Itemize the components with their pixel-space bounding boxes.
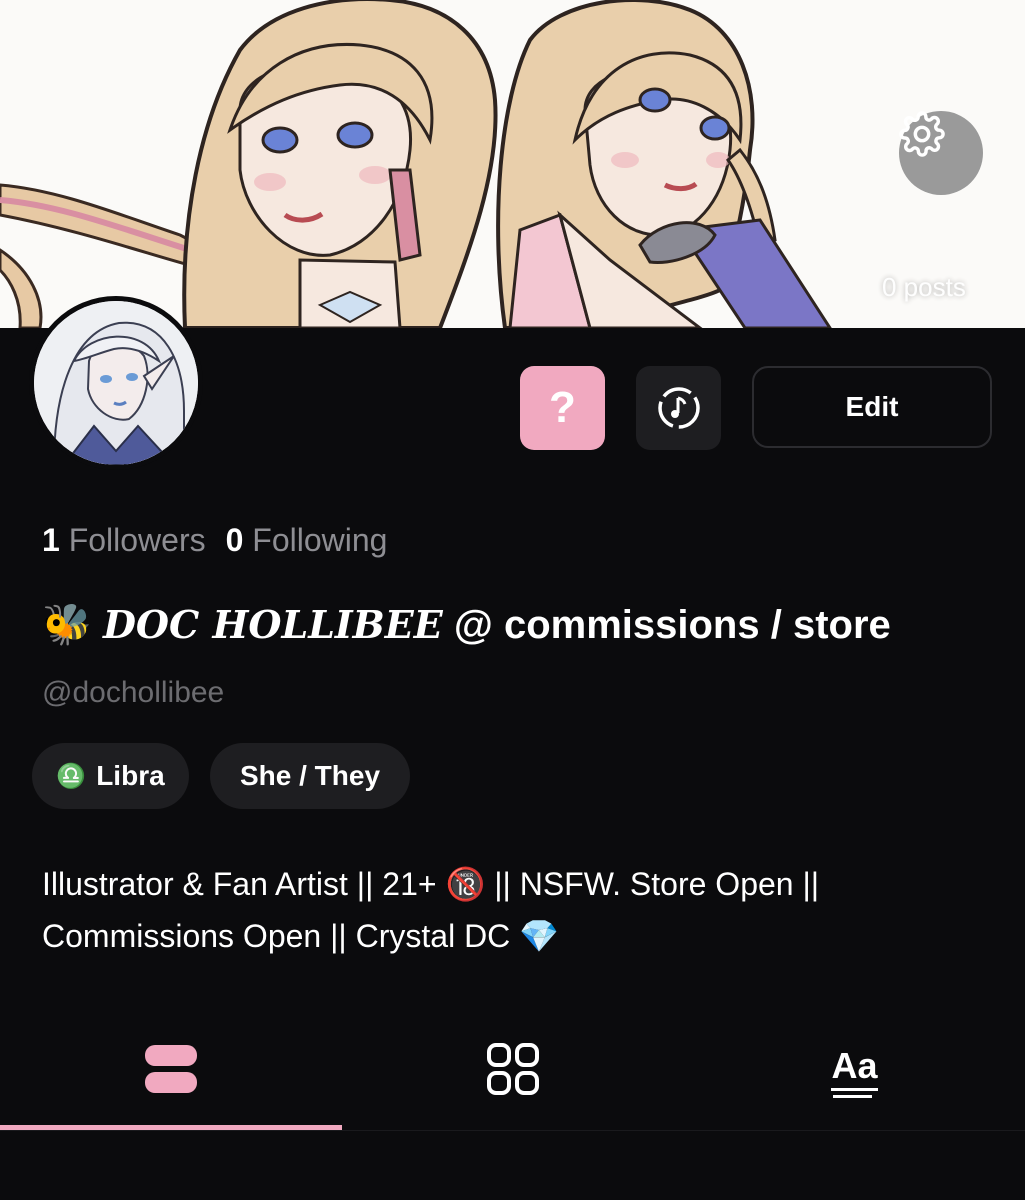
- zodiac-label: Libra: [96, 760, 165, 791]
- followers-count: 1: [42, 522, 60, 558]
- following-count: 0: [225, 522, 244, 558]
- username-handle: @dochollibee: [42, 676, 225, 709]
- text-view-icon: Aa: [831, 1047, 878, 1098]
- music-button[interactable]: [636, 366, 721, 450]
- avatar-image: [34, 301, 198, 465]
- display-name-rest: @ commissions / store: [442, 603, 891, 647]
- grid-view-icon: [486, 1043, 539, 1095]
- tab-divider: [0, 1130, 1025, 1131]
- bio-line: Commissions Open || Crystal DC 💎: [42, 918, 560, 954]
- edit-profile-button[interactable]: Edit: [752, 366, 992, 448]
- follow-stats: 1 Followers 0 Following: [42, 522, 387, 559]
- question-button[interactable]: ?: [520, 366, 605, 450]
- followers-label: Followers: [68, 522, 206, 558]
- following-label: Following: [252, 522, 388, 558]
- banner-illustration: [0, 0, 1025, 328]
- following-link[interactable]: 0 Following: [226, 522, 388, 558]
- bee-emoji: 🐝: [42, 603, 92, 647]
- display-name-styled: DOC HOLLIBEE: [102, 602, 443, 647]
- avatar[interactable]: [29, 296, 203, 470]
- pronouns-chip[interactable]: She / They: [210, 743, 410, 809]
- tab-grid[interactable]: [342, 1010, 683, 1128]
- tab-text[interactable]: Aa: [684, 1010, 1025, 1128]
- gear-icon: [899, 111, 945, 157]
- zodiac-chip[interactable]: ♎ Libra: [32, 743, 189, 809]
- settings-button[interactable]: [899, 111, 983, 195]
- posts-view-icon: [144, 1045, 197, 1093]
- music-note-icon: [657, 387, 700, 429]
- display-name: 🐝 DOC HOLLIBEE @ commissions / store: [42, 601, 891, 648]
- libra-icon: ♎: [56, 762, 87, 790]
- tab-posts[interactable]: [0, 1010, 341, 1128]
- posts-count: 0 posts: [882, 272, 966, 302]
- pronouns-label: She / They: [239, 760, 381, 791]
- bio-line: Illustrator & Fan Artist || 21+ 🔞 || NSF…: [42, 866, 820, 902]
- followers-link[interactable]: 1 Followers: [42, 522, 206, 558]
- profile-bio: Illustrator & Fan Artist || 21+ 🔞 || NSF…: [42, 858, 992, 962]
- profile-banner: 0 posts: [0, 0, 1025, 328]
